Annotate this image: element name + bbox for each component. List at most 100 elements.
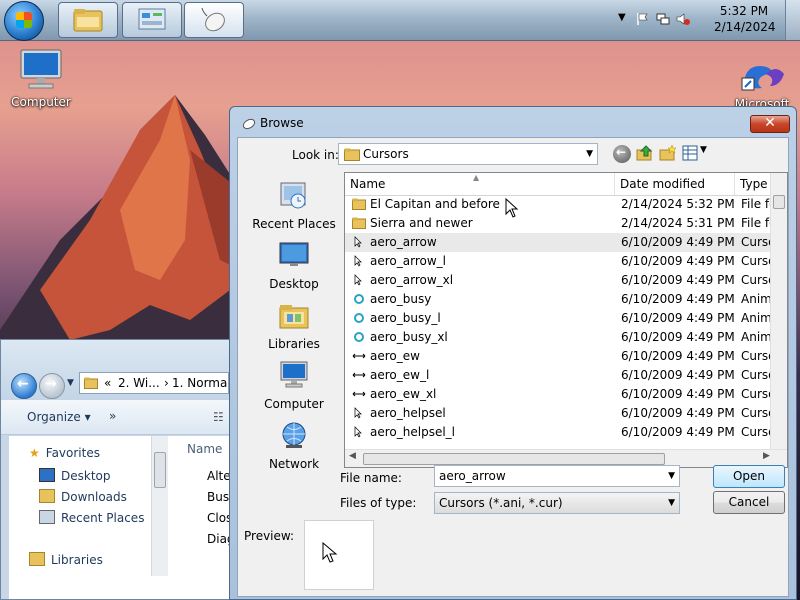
column-header-type-label: Type [740, 177, 768, 191]
file-row[interactable]: aero_ew_xl 6/10/2009 4:49 PM Cursor [345, 385, 780, 404]
back-arrow-icon: ← [616, 145, 627, 159]
recent-pages-chevron-icon[interactable]: ▼ [67, 378, 74, 388]
column-header-name[interactable]: Name [187, 442, 222, 456]
place-recent-places[interactable]: Recent Places [246, 180, 342, 231]
file-row[interactable]: aero_arrow_xl 6/10/2009 4:49 PM Cursor [345, 271, 780, 290]
nav-recent-places[interactable]: Recent Places [39, 510, 144, 525]
column-header-date-label: Date modified [620, 177, 706, 191]
file-list: Name ▲ Date modified Type El Capitan and… [344, 172, 788, 468]
volume-muted-icon[interactable] [676, 12, 690, 26]
start-button[interactable] [4, 1, 44, 41]
clock-date: 2/14/2024 [714, 20, 776, 34]
file-list-vertical-scrollbar[interactable] [770, 173, 787, 451]
desktop-icon-computer[interactable]: Computer [6, 48, 76, 109]
arrow-cursor-icon [354, 236, 362, 248]
column-header-name[interactable]: Name ▲ [345, 173, 615, 195]
nav-favorites-label: Favorites [45, 446, 100, 460]
file-name-cell: El Capitan and before [370, 197, 500, 211]
clock[interactable]: 5:32 PM 2/14/2024 [714, 3, 776, 35]
file-row[interactable]: aero_busy 6/10/2009 4:49 PM Anima [345, 290, 779, 309]
scroll-thumb[interactable] [363, 453, 665, 465]
file-date-cell: 2/14/2024 5:32 PM [621, 197, 735, 211]
nav-downloads-label: Downloads [61, 490, 127, 504]
view-details-icon [682, 145, 698, 161]
nav-downloads[interactable]: Downloads [39, 489, 127, 504]
file-name-cell: aero_ew_xl [370, 387, 437, 401]
scroll-right-icon[interactable]: ▶ [763, 451, 770, 461]
new-folder-icon[interactable] [659, 144, 677, 162]
sort-ascending-icon: ▲ [473, 173, 480, 182]
open-button[interactable]: Open [713, 465, 785, 488]
close-button[interactable]: ✕ [750, 115, 790, 133]
address-separator[interactable]: › [164, 373, 169, 393]
file-date-cell: 6/10/2009 4:49 PM [621, 254, 735, 268]
folder-icon [344, 148, 360, 161]
browse-dialog: Browse ✕ Look in: Cursors ▼ ← ▼ Recent P… [229, 106, 797, 600]
back-button[interactable]: ← [11, 373, 37, 399]
file-name-input[interactable]: aero_arrow ▼ [434, 465, 680, 487]
taskbar-control-panel-button[interactable] [122, 2, 182, 38]
show-hidden-icons-chevron-icon[interactable]: ▼ [618, 12, 632, 26]
more-commands-button[interactable]: » [109, 409, 116, 423]
address-crumb-1[interactable]: 2. Wi... [118, 373, 160, 393]
file-date-cell: 6/10/2009 4:49 PM [621, 368, 735, 382]
scroll-thumb[interactable] [773, 195, 785, 209]
explorer-navbar: ← → ▼ « 2. Wi... › 1. Normal [1, 340, 233, 400]
desktop-icon-microsoft[interactable]: Microsoft [724, 56, 800, 106]
busy-cursor-icon [354, 313, 364, 323]
organize-button[interactable]: Organize ▾ [27, 410, 91, 424]
clock-time: 5:32 PM [719, 4, 769, 18]
show-desktop-button[interactable] [785, 0, 800, 40]
action-center-flag-icon[interactable] [636, 12, 650, 26]
file-row[interactable]: aero_busy_l 6/10/2009 4:49 PM Anima [345, 309, 779, 328]
navigation-scrollbar[interactable] [151, 436, 168, 576]
taskbar-explorer-button[interactable] [58, 2, 118, 38]
address-crumb-2[interactable]: 1. Normal [172, 373, 228, 393]
file-row[interactable]: aero_arrow 6/10/2009 4:49 PM Cursor [345, 233, 780, 252]
cancel-button[interactable]: Cancel [713, 491, 785, 514]
nav-desktop[interactable]: Desktop [39, 468, 111, 483]
file-date-cell: 6/10/2009 4:49 PM [621, 273, 735, 287]
nav-favorites[interactable]: ★ Favorites [29, 446, 100, 460]
look-in-select[interactable]: Cursors ▼ [338, 143, 598, 165]
file-row[interactable]: aero_arrow_l 6/10/2009 4:49 PM Cursor [345, 252, 780, 271]
place-desktop[interactable]: Desktop [246, 240, 342, 291]
view-options-icon[interactable]: ☷ [213, 410, 224, 424]
explorer-content: ★ Favorites Desktop Downloads Recent Plac… [9, 436, 236, 599]
file-row[interactable]: aero_helpsel 6/10/2009 4:49 PM Cursor [345, 404, 780, 423]
address-overflow[interactable]: « [104, 373, 111, 393]
file-date-cell: 6/10/2009 4:49 PM [621, 311, 735, 325]
file-row[interactable]: aero_ew 6/10/2009 4:49 PM Cursor [345, 347, 780, 366]
nav-libraries[interactable]: Libraries [29, 552, 103, 567]
column-header-date[interactable]: Date modified [615, 173, 735, 195]
file-name-cell: aero_busy_l [370, 311, 441, 325]
chevron-down-icon: ▼ [668, 498, 675, 508]
recent-places-icon [280, 182, 306, 209]
place-computer[interactable]: Computer [246, 360, 342, 411]
desktop-icon [39, 468, 55, 482]
up-one-level-icon[interactable] [636, 144, 654, 162]
place-libraries[interactable]: Libraries [246, 300, 342, 351]
file-type-select[interactable]: Cursors (*.ani, *.cur) ▼ [434, 492, 680, 514]
folder-icon [352, 198, 366, 210]
file-date-cell: 2/14/2024 5:31 PM [621, 216, 735, 230]
network-icon[interactable] [656, 12, 670, 26]
place-network[interactable]: Network [246, 420, 342, 471]
forward-button[interactable]: → [39, 373, 65, 399]
scroll-thumb[interactable] [154, 452, 166, 488]
file-row[interactable]: aero_helpsel_l 6/10/2009 4:49 PM Cursor [345, 423, 780, 442]
computer-icon [280, 361, 308, 388]
back-button[interactable]: ← [613, 145, 631, 163]
file-row[interactable]: aero_ew_l 6/10/2009 4:49 PM Cursor [345, 366, 780, 385]
column-header-type[interactable]: Type [735, 173, 775, 195]
view-menu-button[interactable]: ▼ [682, 144, 710, 162]
address-bar[interactable]: « 2. Wi... › 1. Normal [79, 372, 229, 394]
file-date-cell: 6/10/2009 4:49 PM [621, 235, 735, 249]
file-row[interactable]: El Capitan and before 2/14/2024 5:32 PM Fi… [345, 195, 780, 214]
scroll-left-icon[interactable]: ◀ [349, 451, 356, 461]
taskbar-mouse-button[interactable] [184, 2, 244, 38]
file-row[interactable]: Sierra and newer 2/14/2024 5:31 PM File fo… [345, 214, 780, 233]
star-icon: ★ [29, 446, 40, 460]
file-row[interactable]: aero_busy_xl 6/10/2009 4:49 PM Anima [345, 328, 779, 347]
forward-arrow-icon: → [45, 376, 57, 392]
